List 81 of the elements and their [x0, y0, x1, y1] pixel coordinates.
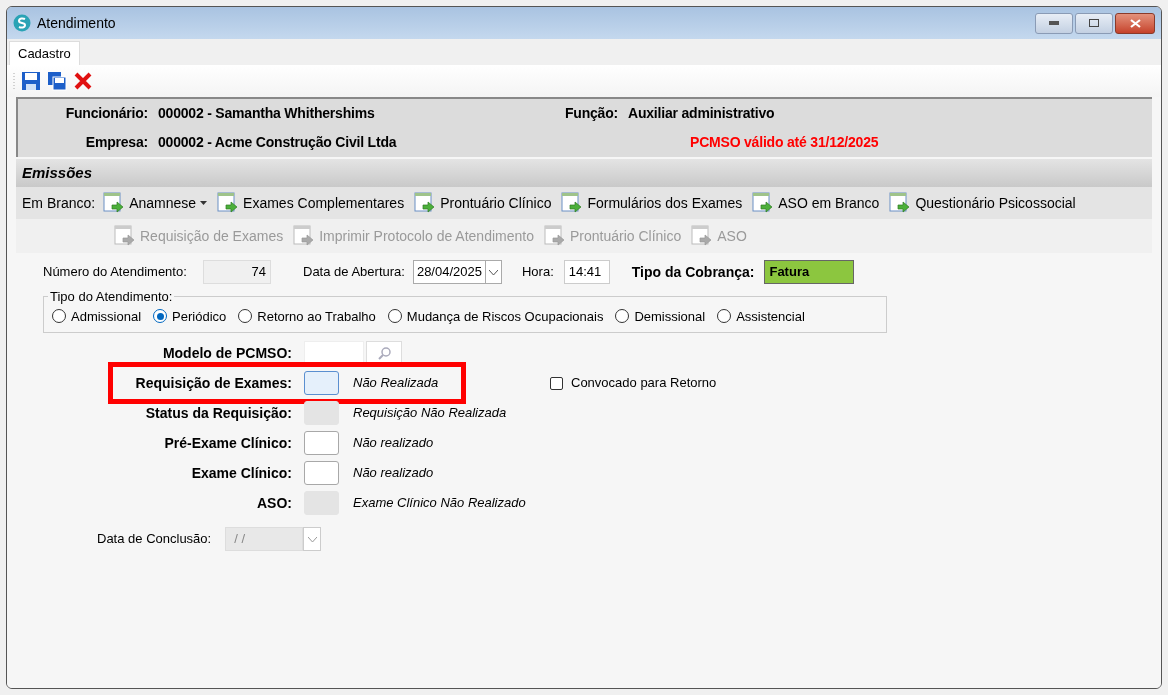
radio-button[interactable]	[238, 309, 253, 324]
radio-option[interactable]: Assistencial	[717, 306, 805, 326]
pcmso-model-field[interactable]	[304, 341, 364, 365]
field-label: ASO:	[256, 493, 292, 513]
field-label: Número do Atendimento:	[43, 263, 188, 282]
cancel-x-icon	[73, 71, 93, 91]
field-label: Modelo de PCMSO:	[161, 343, 292, 363]
field-label: Empresa:	[84, 133, 149, 152]
field-label: Pré-Exame Clínico:	[163, 433, 292, 453]
attendance-number-field: 74	[203, 260, 271, 284]
status-text: Não realizado	[353, 464, 434, 483]
document-arrow-icon	[103, 192, 126, 214]
radio-option[interactable]: Periódico	[153, 306, 227, 326]
recall-checkbox-option[interactable]: Convocado para Retorno	[550, 373, 717, 393]
group-title: Tipo do Atendimento:	[49, 288, 174, 306]
minimize-button[interactable]	[1035, 12, 1073, 34]
field-label: Data de Abertura:	[303, 263, 405, 282]
minimize-icon	[1049, 21, 1059, 25]
billing-type-field[interactable]: Fatura	[764, 260, 855, 284]
radio-button[interactable]	[717, 309, 732, 324]
chevron-down-icon	[489, 269, 498, 275]
search-button[interactable]	[366, 341, 402, 365]
radio-option[interactable]: Mudança de Riscos Ocupacionais	[387, 306, 604, 326]
pcmso-validity-notice: PCMSO válido até 31/12/2025	[689, 133, 880, 152]
tab[interactable]: Cadastro	[9, 41, 80, 65]
field-label: Em Branco:	[22, 193, 96, 213]
window-title: Atendimento	[37, 13, 116, 33]
radio-option[interactable]: Admissional	[52, 306, 142, 326]
restore-icon	[1089, 19, 1099, 27]
field-label: Tipo da Cobrança:	[631, 262, 755, 282]
field-label: Hora:	[522, 263, 554, 282]
date-picker[interactable]: 28/04/2025	[412, 260, 502, 284]
radio-button[interactable]	[615, 309, 630, 324]
employee-name: 000002 - Samantha Whithershims	[158, 104, 376, 123]
radio-option[interactable]: Retorno ao Trabalho	[238, 306, 376, 326]
status-box[interactable]	[304, 371, 339, 395]
emission-button[interactable]: Formulários dos Exames	[557, 190, 747, 216]
status-text: Requisição Não Realizada	[353, 404, 507, 423]
time-field[interactable]: 14:41	[563, 260, 610, 284]
emission-button[interactable]: Questionário Psicossocial	[885, 190, 1080, 216]
save-copy-button[interactable]	[47, 71, 67, 91]
status-text: Não Realizada	[353, 374, 439, 393]
section-title: Emissões	[22, 162, 93, 183]
field-label: Exame Clínico:	[190, 463, 292, 483]
field-label: Requisição de Exames:	[134, 373, 292, 393]
document-arrow-icon	[691, 225, 714, 247]
emission-button[interactable]: Exames Complementares	[213, 190, 409, 216]
radio-button[interactable]	[153, 309, 168, 324]
document-arrow-icon	[561, 192, 584, 214]
status-text: Exame Clínico Não Realizado	[353, 494, 526, 513]
emission-button[interactable]: Anamnese	[99, 190, 212, 216]
document-arrow-icon	[752, 192, 775, 214]
document-arrow-icon	[414, 192, 437, 214]
field-label: Funcionário:	[64, 104, 149, 123]
document-arrow-icon	[217, 192, 240, 214]
document-arrow-icon	[114, 225, 136, 247]
close-button[interactable]	[1115, 12, 1155, 34]
field-label: Função:	[563, 104, 619, 123]
radio-button[interactable]	[387, 309, 402, 324]
maximize-button[interactable]	[1075, 12, 1113, 34]
field-label: Status da Requisição:	[144, 403, 292, 423]
document-arrow-icon	[543, 225, 566, 247]
caret-icon	[200, 201, 208, 205]
checkbox[interactable]	[550, 376, 563, 390]
close-icon	[1129, 18, 1141, 28]
document-arrow-icon	[889, 192, 912, 214]
radio-option[interactable]: Demissional	[615, 306, 706, 326]
cancel-button[interactable]	[73, 71, 93, 91]
field-label: Data de Conclusão:	[97, 530, 212, 549]
emission-button[interactable]: Prontuário Clínico	[410, 190, 556, 216]
chevron-down-icon	[307, 536, 317, 542]
save-button[interactable]	[21, 71, 41, 91]
radio-button[interactable]	[52, 309, 66, 324]
emission-button[interactable]: ASO em Branco	[748, 190, 884, 216]
app-logo-icon	[13, 14, 31, 32]
search-icon	[377, 346, 391, 360]
stacked-floppy-disks-icon	[47, 71, 67, 91]
status-text: Não realizado	[353, 434, 434, 453]
role-value: Auxiliar administrativo	[628, 104, 776, 123]
company-name: 000002 - Acme Construção Civil Ltda	[158, 133, 398, 152]
document-arrow-icon	[293, 225, 316, 247]
